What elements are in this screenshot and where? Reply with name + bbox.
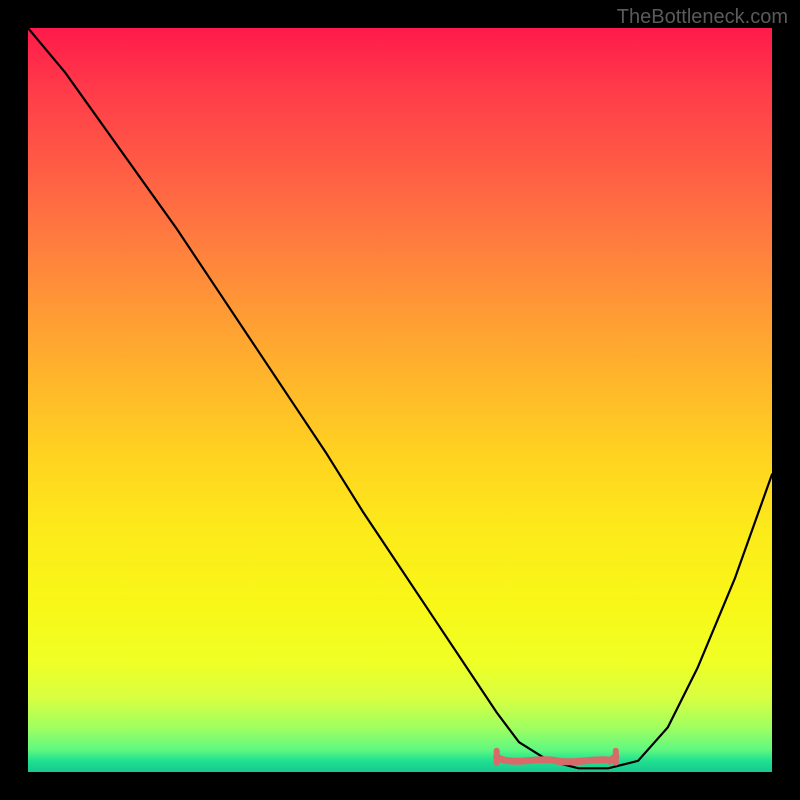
chart-svg — [28, 28, 772, 772]
bottleneck-curve — [28, 28, 772, 768]
watermark-text: TheBottleneck.com — [617, 6, 788, 29]
flat-highlight-segment — [497, 757, 616, 762]
plot-area — [28, 28, 772, 772]
